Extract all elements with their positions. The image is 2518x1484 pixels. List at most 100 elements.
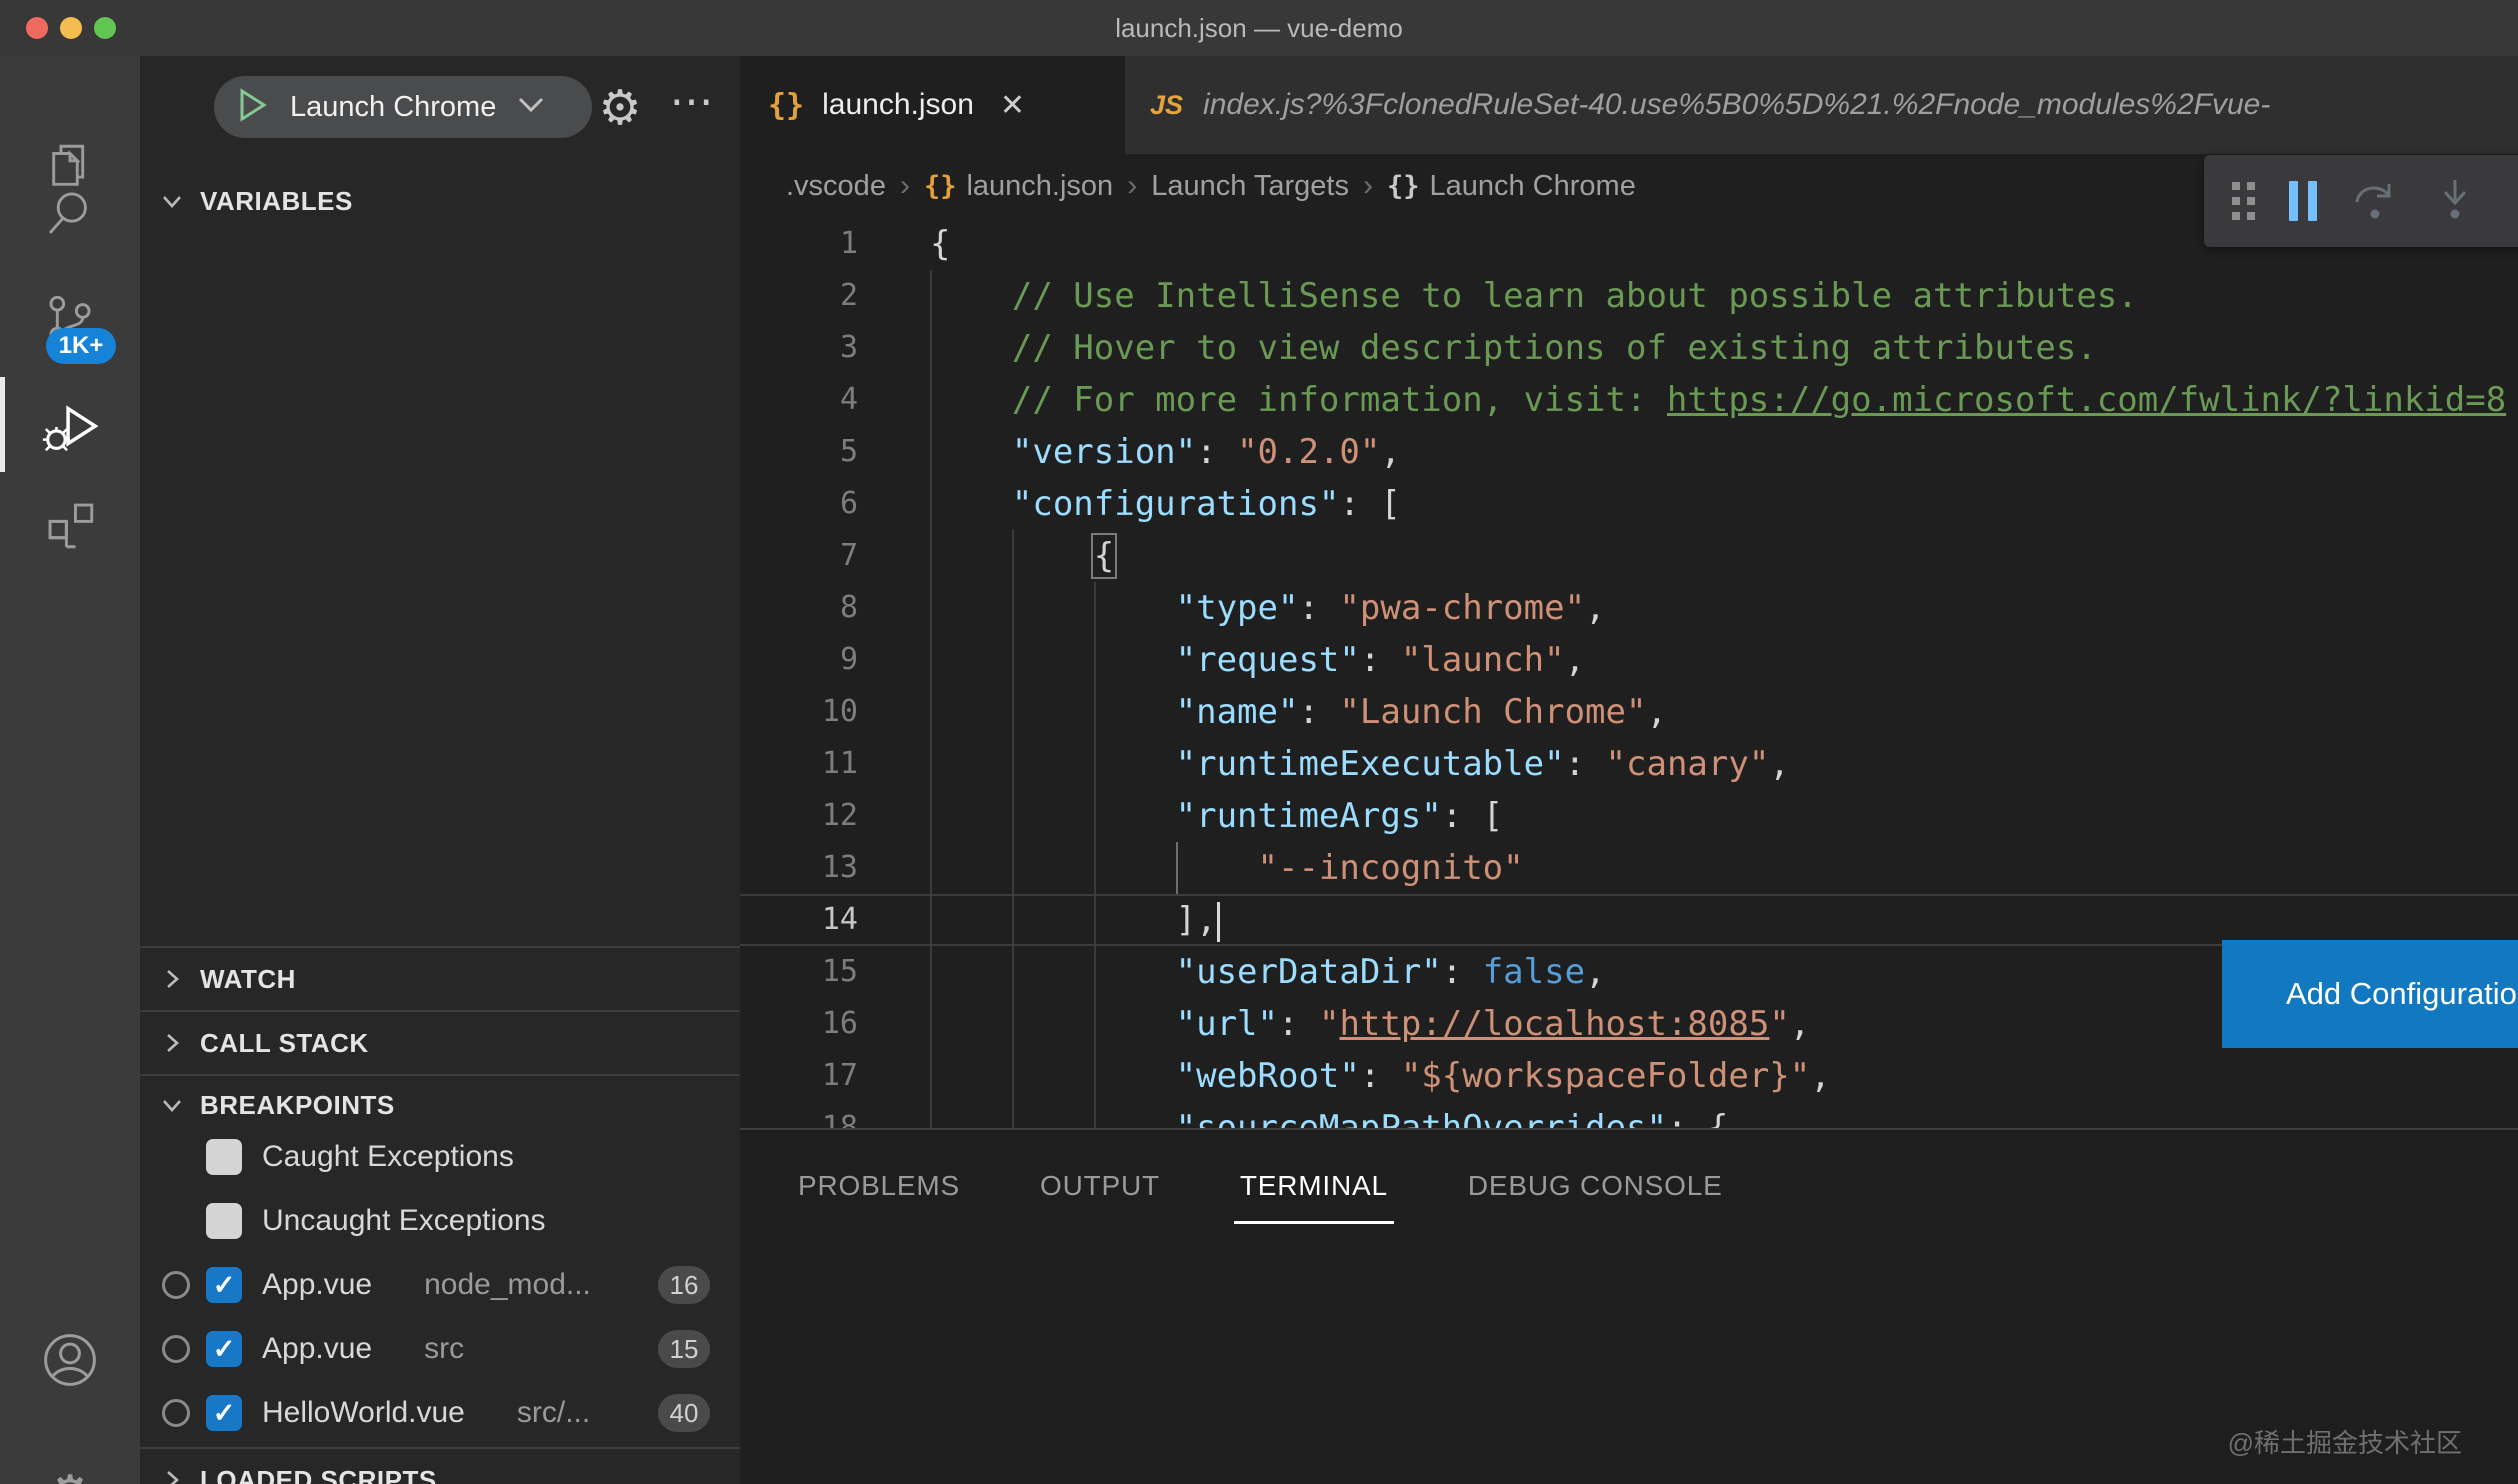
search-icon: [41, 184, 99, 247]
code-text: "webRoot": "${workspaceFolder}",: [930, 1050, 1831, 1102]
tab-label: launch.json: [822, 88, 974, 122]
panel-tab-output[interactable]: OUTPUT: [1040, 1148, 1160, 1224]
code-text: "runtimeExecutable": "canary",: [930, 738, 1790, 790]
open-launch-json-gear[interactable]: ⚙: [588, 78, 652, 138]
add-configuration-button[interactable]: Add Configuration: [2222, 940, 2518, 1048]
breakpoint-circle-icon: [162, 1399, 190, 1427]
breakpoint-file-row[interactable]: ✓HelloWorld.vuesrc/...40: [140, 1381, 740, 1445]
chevron-down-icon: [158, 187, 188, 215]
breakpoint-file-row[interactable]: ✓App.vuesrc15: [140, 1317, 740, 1381]
panel-tab-terminal[interactable]: TERMINAL: [1240, 1148, 1388, 1224]
line-number: 17: [740, 1050, 858, 1102]
step-out-icon[interactable]: [2511, 176, 2518, 227]
breakpoint-file-path: src/...: [517, 1396, 590, 1430]
sidebar-item-manage[interactable]: ⚙: [0, 1443, 140, 1484]
code-line-18[interactable]: 18 "sourceMapPathOverrides": {: [740, 1102, 2518, 1128]
code-line-2[interactable]: 2 // Use IntelliSense to learn about pos…: [740, 270, 2518, 322]
code-text: // For more information, visit: https://…: [930, 374, 2506, 426]
active-view-indicator: [0, 377, 5, 472]
tab-launch-json[interactable]: {} launch.json ✕: [740, 56, 1125, 154]
breakpoint-line-badge: 40: [658, 1394, 710, 1432]
breakpoint-exception-row[interactable]: Uncaught Exceptions: [140, 1189, 740, 1253]
activity-bar: 1K+ ⚙: [0, 56, 140, 1484]
breakpoint-label: Uncaught Exceptions: [262, 1204, 546, 1238]
panel-tab-debug-console[interactable]: DEBUG CONSOLE: [1468, 1148, 1723, 1224]
code-line-14[interactable]: 14 ],: [740, 894, 2518, 946]
code-text: // Hover to view descriptions of existin…: [930, 322, 2097, 374]
views-more-actions[interactable]: ⋯: [658, 76, 728, 136]
checkbox[interactable]: ✓: [206, 1331, 242, 1367]
code-line-9[interactable]: 9 "request": "launch",: [740, 634, 2518, 686]
breakpoint-line-badge: 15: [658, 1330, 710, 1368]
gear-icon: ⚙: [598, 80, 641, 136]
vscode-window: launch.json — vue-demo: [0, 0, 2518, 1484]
line-number: 10: [740, 686, 858, 738]
braces-symbol-icon: {}: [1387, 171, 1420, 202]
code-text: ],: [930, 894, 1220, 946]
code-line-7[interactable]: 7 {: [740, 530, 2518, 582]
checkbox[interactable]: ✓: [206, 1395, 242, 1431]
breakpoint-label: Caught Exceptions: [262, 1140, 514, 1174]
step-over-icon[interactable]: [2351, 176, 2399, 227]
code-text: {: [930, 218, 950, 270]
breakpoints-list: Caught ExceptionsUncaught Exceptions✓App…: [140, 1125, 740, 1445]
code-line-4[interactable]: 4 // For more information, visit: https:…: [740, 374, 2518, 426]
code-line-8[interactable]: 8 "type": "pwa-chrome",: [740, 582, 2518, 634]
breakpoint-file-row[interactable]: ✓App.vuenode_mod...16: [140, 1253, 740, 1317]
section-label: CALL STACK: [200, 1028, 369, 1059]
debug-toolbar: [2204, 155, 2518, 247]
breadcrumb-item[interactable]: {} Launch Chrome: [1387, 170, 1636, 203]
panel-tab-problems[interactable]: PROBLEMS: [798, 1148, 960, 1224]
section-watch[interactable]: WATCH: [140, 948, 740, 1010]
code-line-6[interactable]: 6 "configurations": [: [740, 478, 2518, 530]
breakpoint-exception-row[interactable]: Caught Exceptions: [140, 1125, 740, 1189]
breadcrumb-item[interactable]: Launch Targets: [1151, 170, 1349, 203]
debug-config-dropdown[interactable]: Launch Chrome: [214, 76, 592, 138]
section-call-stack[interactable]: CALL STACK: [140, 1012, 740, 1074]
breadcrumb-label: .vscode: [786, 170, 886, 203]
drag-grip-icon[interactable]: [2232, 182, 2255, 220]
code-line-10[interactable]: 10 "name": "Launch Chrome",: [740, 686, 2518, 738]
breadcrumb-label: launch.json: [966, 170, 1113, 203]
breadcrumb-label: Launch Targets: [1151, 170, 1349, 203]
code-line-11[interactable]: 11 "runtimeExecutable": "canary",: [740, 738, 2518, 790]
run-and-debug-icon: [39, 397, 101, 464]
debug-config-label: Launch Chrome: [290, 91, 496, 124]
section-variables[interactable]: VARIABLES: [140, 170, 740, 232]
sidebar-item-extensions[interactable]: [0, 475, 140, 579]
code-line-5[interactable]: 5 "version": "0.2.0",: [740, 426, 2518, 478]
step-into-icon[interactable]: [2433, 176, 2477, 227]
sidebar-item-search[interactable]: [0, 163, 140, 267]
chevron-down-icon: [516, 95, 546, 120]
tab-index-js-preview[interactable]: JS index.js?%3FclonedRuleSet-40.use%5B0%…: [1126, 56, 2518, 154]
breakpoint-file-name: App.vue: [262, 1332, 372, 1366]
line-number: 15: [740, 946, 858, 998]
breadcrumb-item[interactable]: {} launch.json: [924, 170, 1113, 203]
line-number: 6: [740, 478, 858, 530]
editor-area: {} launch.json ✕ JS index.js?%3FclonedRu…: [740, 56, 2518, 1484]
start-debug-icon[interactable]: [238, 88, 268, 127]
checkbox[interactable]: [206, 1139, 242, 1175]
code-line-13[interactable]: 13 "--incognito": [740, 842, 2518, 894]
breadcrumb-item[interactable]: .vscode: [786, 170, 886, 203]
editor-tab-bar: {} launch.json ✕ JS index.js?%3FclonedRu…: [740, 56, 2518, 154]
sidebar-item-accounts[interactable]: [0, 1310, 140, 1414]
code-text: "type": "pwa-chrome",: [930, 582, 1606, 634]
line-number: 3: [740, 322, 858, 374]
chevron-down-icon: [158, 1091, 188, 1119]
pause-icon[interactable]: [2289, 181, 2317, 221]
checkbox[interactable]: [206, 1203, 242, 1239]
checkbox[interactable]: ✓: [206, 1267, 242, 1303]
code-line-17[interactable]: 17 "webRoot": "${workspaceFolder}",: [740, 1050, 2518, 1102]
watermark-text: @稀土掘金技术社区: [2228, 1423, 2462, 1460]
sidebar-item-run-debug[interactable]: [0, 378, 140, 482]
section-loaded-scripts[interactable]: LOADED SCRIPTS: [140, 1449, 740, 1484]
tab-label: index.js?%3FclonedRuleSet-40.use%5B0%5D%…: [1203, 88, 2270, 122]
close-tab-icon[interactable]: ✕: [1000, 88, 1025, 123]
breadcrumb-label: Launch Chrome: [1429, 170, 1635, 203]
code-line-12[interactable]: 12 "runtimeArgs": [: [740, 790, 2518, 842]
json-symbol-icon: {}: [924, 171, 957, 202]
code-line-3[interactable]: 3 // Hover to view descriptions of exist…: [740, 322, 2518, 374]
code-text: "configurations": [: [930, 478, 1401, 530]
section-label: WATCH: [200, 964, 296, 995]
